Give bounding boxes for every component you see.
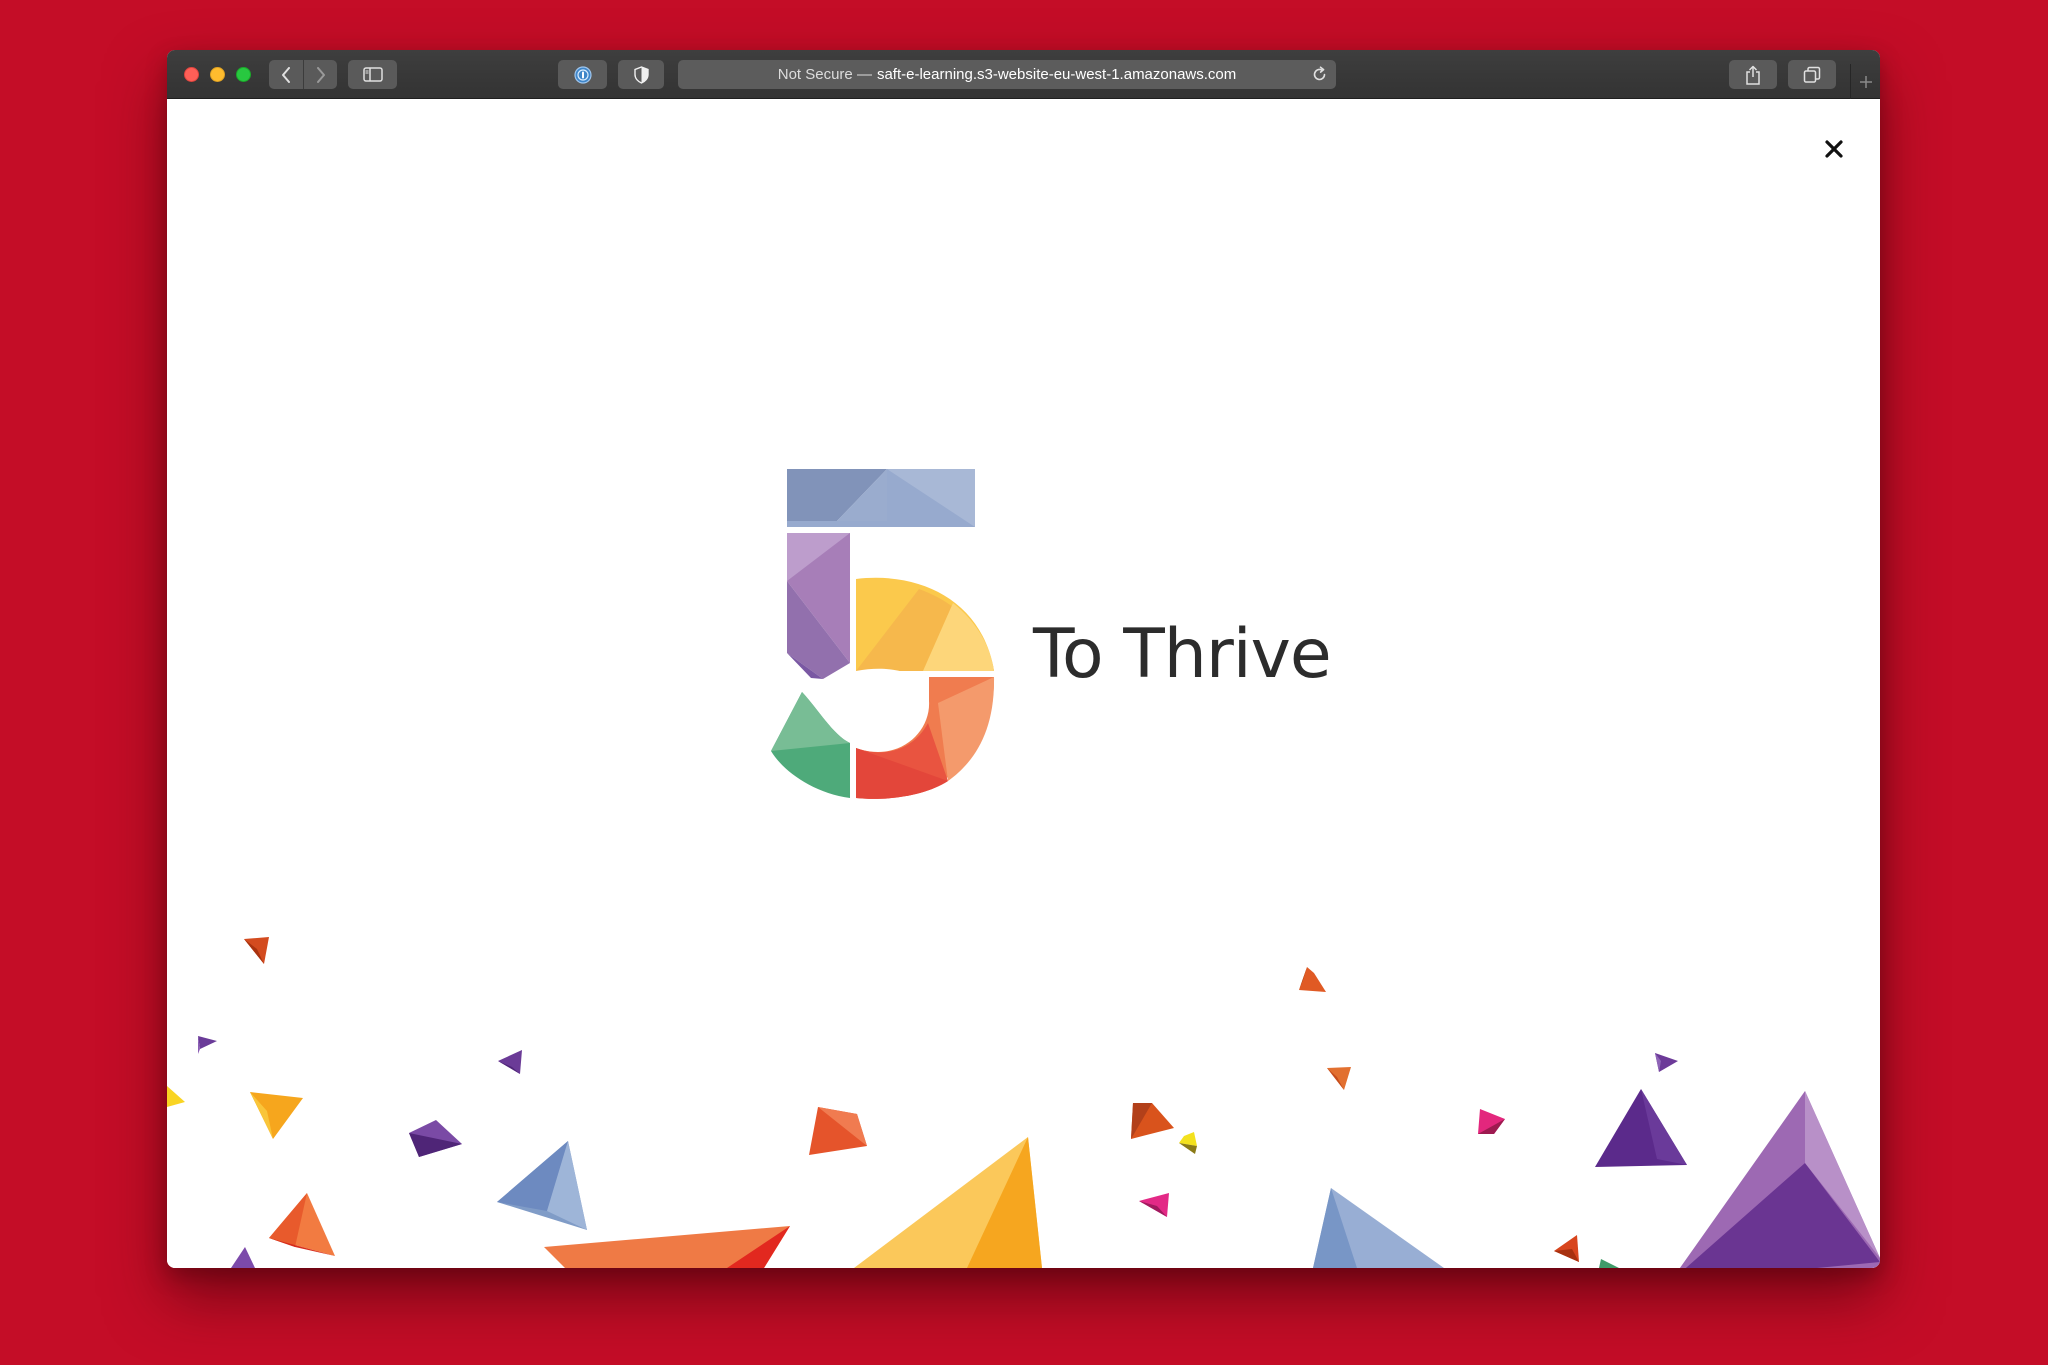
new-tab-button[interactable]	[1850, 64, 1880, 99]
address-bar[interactable]: Not Secure — saft-e-learning.s3-website-…	[678, 60, 1336, 89]
confetti-shard	[231, 1247, 255, 1268]
browser-toolbar: Not Secure — saft-e-learning.s3-website-…	[167, 50, 1880, 99]
chevron-left-icon	[282, 66, 290, 83]
share-button[interactable]	[1729, 60, 1777, 89]
password-manager-icon	[573, 65, 592, 84]
reload-icon[interactable]	[1311, 66, 1328, 83]
browser-window: Not Secure — saft-e-learning.s3-website-…	[167, 50, 1880, 1268]
confetti-shard	[1179, 1132, 1197, 1154]
confetti-shard	[854, 1137, 1042, 1268]
confetti-shard	[544, 1226, 790, 1268]
confetti-shard	[244, 937, 269, 964]
tabs-overview-icon	[1803, 66, 1821, 83]
chevron-right-icon	[316, 66, 325, 83]
confetti-shard	[1131, 1103, 1174, 1139]
minimize-window-button[interactable]	[210, 67, 225, 82]
shield-icon	[633, 65, 649, 84]
confetti-shard	[1554, 1235, 1579, 1262]
confetti-shard	[1599, 1259, 1619, 1268]
confetti-shard	[1478, 1109, 1505, 1134]
sidebar-button[interactable]	[348, 60, 397, 89]
privacy-report-button[interactable]	[618, 60, 664, 89]
security-status: Not Secure —	[777, 66, 872, 83]
confetti-shard	[498, 1050, 522, 1074]
confetti-shard	[250, 1092, 303, 1139]
confetti-shard	[1327, 1067, 1351, 1090]
confetti-shard	[167, 1086, 185, 1107]
plus-icon	[1859, 75, 1872, 88]
confetti-shard	[1139, 1193, 1169, 1217]
tabs-overview-button[interactable]	[1788, 60, 1836, 89]
url-domain: saft-e-learning.s3-website-eu-west-1.ama…	[876, 66, 1237, 83]
confetti-shard	[409, 1120, 462, 1157]
confetti-shard	[269, 1193, 335, 1256]
confetti-shard	[1655, 1053, 1678, 1072]
confetti-decoration	[167, 937, 1880, 1268]
confetti-shard	[1313, 1188, 1444, 1268]
navigation-buttons	[269, 60, 337, 89]
share-icon	[1746, 65, 1760, 85]
close-window-button[interactable]	[184, 67, 199, 82]
back-button[interactable]	[269, 60, 303, 89]
forward-button[interactable]	[303, 60, 337, 89]
password-manager-button[interactable]	[558, 60, 607, 89]
sidebar-icon	[362, 67, 383, 82]
confetti-shard	[198, 1036, 217, 1054]
page-content: To Thrive	[167, 99, 1880, 1268]
zoom-window-button[interactable]	[236, 67, 251, 82]
confetti-shard	[497, 1141, 587, 1230]
confetti-shard	[1595, 1089, 1687, 1167]
confetti-shard	[1299, 967, 1326, 992]
confetti-shard	[1679, 1091, 1880, 1268]
confetti-shard	[809, 1107, 867, 1155]
